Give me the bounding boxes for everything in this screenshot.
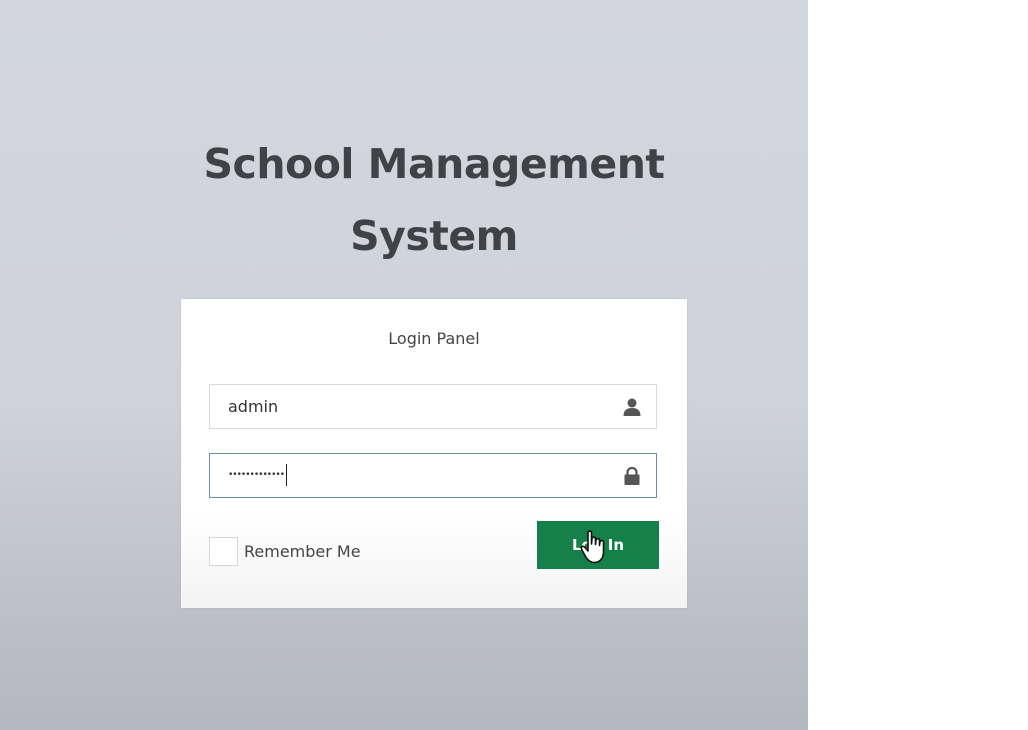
username-field[interactable]: admin <box>209 384 657 429</box>
password-field[interactable]: ••••••••••••• <box>209 453 657 498</box>
remember-me-checkbox[interactable] <box>209 537 238 566</box>
remember-me[interactable]: Remember Me <box>209 536 361 567</box>
text-caret <box>286 463 288 486</box>
hand-cursor-icon <box>580 530 605 564</box>
lock-icon <box>624 466 640 485</box>
password-value: ••••••••••••• <box>228 454 288 497</box>
user-icon <box>623 398 641 416</box>
page-title-line-2: System <box>350 212 518 260</box>
login-panel-heading: Login Panel <box>388 329 480 348</box>
page-title: School Management System <box>130 128 738 272</box>
login-page: School Management System Login Panel adm… <box>0 0 808 730</box>
remember-me-label: Remember Me <box>244 542 361 561</box>
username-value: admin <box>228 397 279 416</box>
page-title-line-1: School Management <box>203 140 665 188</box>
login-panel: Login Panel admin ••••••••••••• Remember… <box>181 299 687 608</box>
